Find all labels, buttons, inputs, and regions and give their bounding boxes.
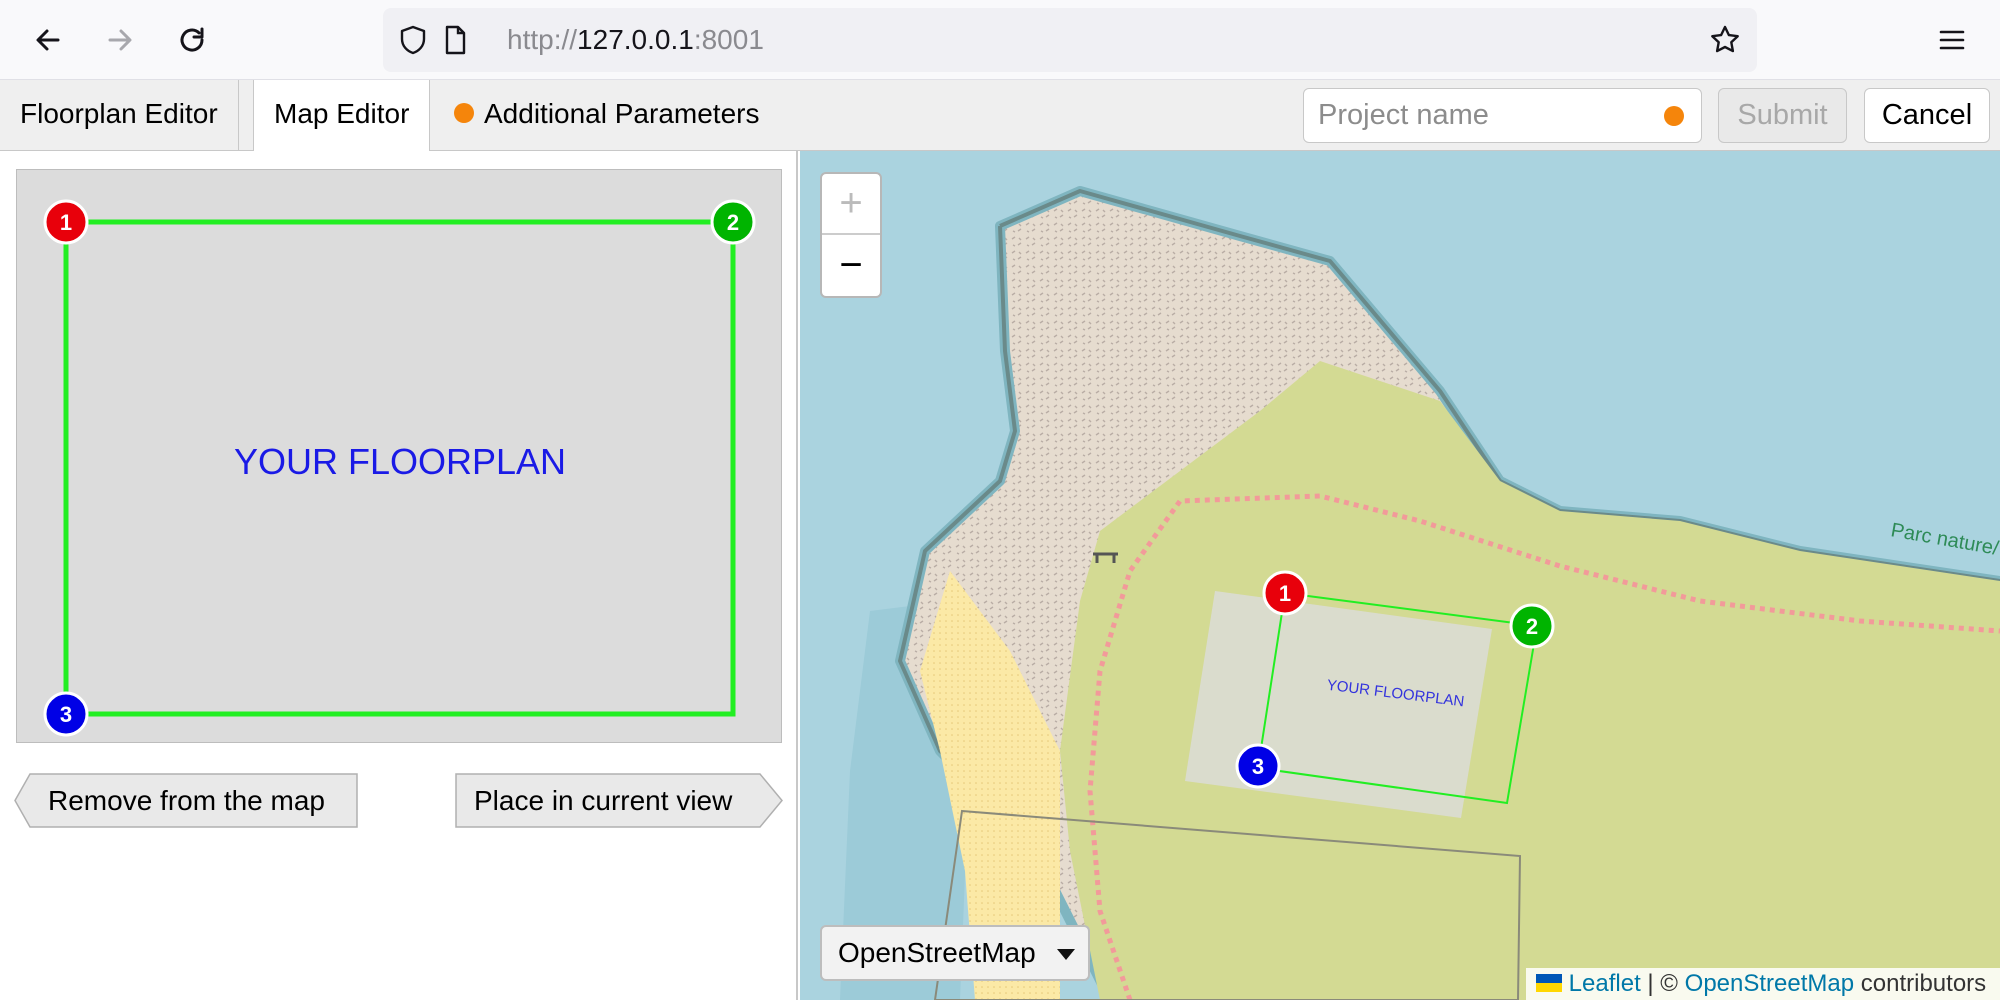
map-marker-1-label: 1 [1279, 581, 1291, 606]
map-attribution: Leaflet | © OpenStreetMap contributors [1526, 968, 2000, 1000]
marker-2-label: 2 [727, 210, 739, 235]
map-marker-2-label: 2 [1526, 614, 1538, 639]
map-view[interactable]: Parc nature/ YOUR FLOORPLAN 1 2 3 [800, 151, 2000, 1000]
status-dot-icon [454, 102, 474, 123]
tab-floorplan-editor[interactable]: Floorplan Editor [0, 80, 239, 151]
map-marker-3-label: 3 [1252, 754, 1264, 779]
layer-select[interactable]: OpenStreetMap [820, 925, 1090, 981]
marker-3-label: 3 [60, 702, 72, 727]
browser-toolbar: http://127.0.0.1:8001 [0, 0, 2000, 80]
cancel-button[interactable]: Cancel [1864, 88, 1990, 143]
zoom-out-button[interactable]: − [822, 235, 880, 296]
map-marker-3[interactable]: 3 [1235, 743, 1281, 789]
shield-icon[interactable] [397, 24, 429, 56]
chevron-down-icon [1057, 949, 1075, 960]
ukraine-flag-icon [1536, 973, 1562, 992]
floorplan-drawing: YOUR FLOORPLAN 1 2 3 [43, 199, 756, 737]
tab-map-editor[interactable]: Map Editor [253, 80, 431, 152]
back-icon[interactable] [24, 16, 72, 64]
submit-button[interactable]: Submit [1718, 88, 1847, 143]
reload-icon[interactable] [168, 16, 216, 64]
floorplan-canvas[interactable]: YOUR FLOORPLAN 1 2 3 [16, 169, 782, 743]
tab-additional-parameters[interactable]: Additional Parameters [434, 80, 779, 151]
leaflet-link[interactable]: Leaflet [1569, 970, 1641, 997]
floorplan-label: YOUR FLOORPLAN [234, 441, 566, 482]
url-text[interactable]: http://127.0.0.1:8001 [507, 8, 764, 72]
forward-icon[interactable] [96, 16, 144, 64]
marker-2[interactable]: 2 [710, 199, 756, 245]
zoom-control: + − [820, 172, 882, 298]
place-in-current-view-button[interactable]: Place in current view [455, 773, 785, 828]
page-icon [439, 24, 471, 56]
menu-icon[interactable] [1928, 16, 1976, 64]
app-header: Floorplan Editor Map Editor Additional P… [0, 80, 2000, 152]
map-marker-2[interactable]: 2 [1509, 603, 1555, 649]
marker-1-label: 1 [60, 210, 72, 235]
floorplan-panel: YOUR FLOORPLAN 1 2 3 Remove from the map… [0, 151, 798, 1000]
osm-link[interactable]: OpenStreetMap [1685, 970, 1854, 997]
project-name-input[interactable] [1303, 88, 1702, 143]
status-dot-icon [1664, 106, 1684, 126]
url-bar[interactable]: http://127.0.0.1:8001 [383, 8, 1757, 72]
bookmark-star-icon[interactable] [1709, 24, 1741, 56]
map-tiles: Parc nature/ YOUR FLOORPLAN 1 2 3 [800, 151, 2000, 1000]
zoom-in-button[interactable]: + [822, 174, 880, 235]
remove-from-map-button[interactable]: Remove from the map [14, 773, 359, 828]
map-marker-1[interactable]: 1 [1262, 570, 1308, 616]
marker-3[interactable]: 3 [43, 691, 89, 737]
marker-1[interactable]: 1 [43, 199, 89, 245]
